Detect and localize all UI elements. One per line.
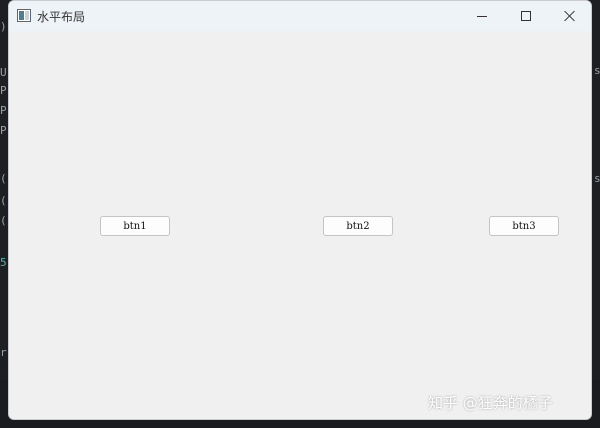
background-code-glyph: 5 [0, 256, 7, 269]
background-code-glyph: P [0, 104, 7, 117]
close-icon [564, 10, 576, 22]
maximize-icon [521, 11, 531, 21]
background-code-glyph: P [0, 84, 7, 97]
background-code-glyph: r [0, 346, 7, 359]
background-code-glyph: U [0, 66, 7, 79]
btn2-button[interactable]: btn2 [323, 216, 393, 236]
background-code-glyph: s [594, 64, 600, 77]
background-code-glyph: ( [0, 214, 7, 227]
background-code-glyph: ) [0, 20, 7, 33]
app-icon [17, 9, 31, 22]
background-code-glyph: s [594, 172, 600, 185]
btn1-button[interactable]: btn1 [100, 216, 170, 236]
btn3-button[interactable]: btn3 [489, 216, 559, 236]
maximize-button[interactable] [503, 1, 549, 31]
window-title: 水平布局 [37, 10, 86, 24]
watermark-text: 知乎 @狂奔的橘子 [428, 394, 553, 412]
background-code-glyph: ( [0, 172, 7, 185]
minimize-button[interactable] [459, 1, 505, 31]
background-code-glyph: P [0, 124, 7, 137]
app-window: 水平布局 btn1 btn2 btn3 [8, 0, 592, 420]
background-code-glyph: ( [0, 194, 7, 207]
title-bar[interactable]: 水平布局 [9, 1, 591, 31]
minimize-icon [477, 15, 487, 17]
close-button[interactable] [547, 1, 591, 31]
